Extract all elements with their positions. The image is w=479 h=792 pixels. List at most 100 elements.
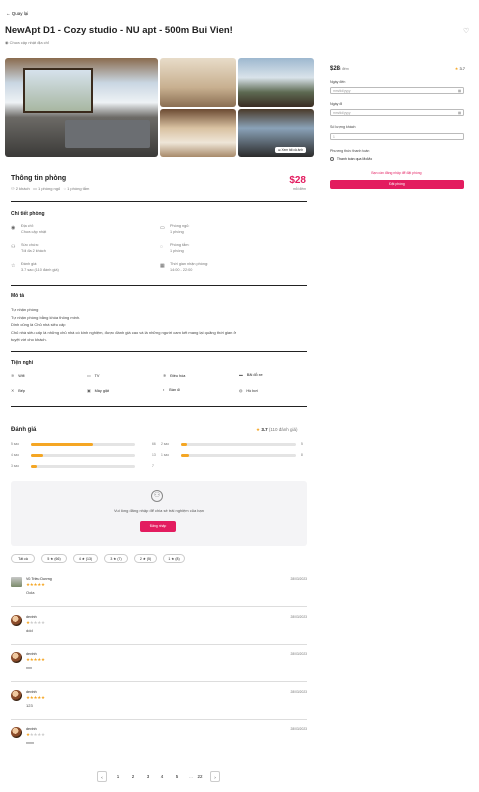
distribution-label: 5 sao [11,442,20,446]
room-price-unit: mỗi đêm [292,187,306,191]
back-link[interactable]: ← Quay lại [6,11,28,16]
review-stars: ★★★★★ [26,695,45,701]
photo-2[interactable] [160,58,236,107]
avatar [11,727,22,738]
distribution-bar [31,465,135,468]
star-empty-icon: ★ [40,619,45,625]
review-filter-chip[interactable]: 3 ★ (7) [104,554,128,563]
distribution-bar-fill [31,465,38,468]
detail-label: Địa chỉ: [21,224,34,228]
detail-value: 3.7 sao (110 đánh giá) [21,268,59,272]
tv-icon: ▭ [87,374,91,378]
review-item: Vũ Triều Dương 28/03/2023 ★★★★★ Oola [11,576,307,606]
bed-icon: ▭ [160,225,165,231]
amenity-item: ≋ Wifi [11,374,25,378]
main-photo[interactable] [5,58,158,157]
show-all-photos-button[interactable]: ⊞ Xem tất cả ảnh [274,147,306,153]
details-heading: Chi tiết phòng [11,211,45,217]
guests-label: Số lượng khách [330,125,356,129]
grid-icon: ⊞ [277,148,281,152]
review-filter-chip[interactable]: 5 ★ (66) [41,554,67,563]
review-text: xxxx [26,740,34,745]
booking-price: $28/ đêm [330,66,349,72]
window-frame [23,68,93,113]
star-filled-icon: ★ [40,694,45,700]
review-text: Oola [26,590,35,595]
review-stars: ★★★★★ [26,582,45,588]
review-stars: ★★★★★ [26,620,45,626]
review-date: 28/03/2023 [290,689,307,694]
review-filter-chip[interactable]: Tất cả [11,554,35,563]
room-info-heading: Thông tin phòng [11,175,67,182]
amenity-item: ▬ Bãi đỗ xe [239,373,263,377]
divider [11,681,307,682]
reviewer-name: devinh [26,614,37,619]
calendar-icon: ▦ [457,89,461,94]
review-filter-chip[interactable]: 2 ★ (5) [134,554,157,563]
avatar [11,689,22,701]
page-title: NewApt D1 - Cozy studio - NU apt - 500m … [5,25,233,36]
distribution-bar [181,454,296,457]
pagination-next[interactable]: › [210,771,220,782]
divider [11,718,307,720]
distribution-count: 5 [301,442,303,446]
distribution-bar-fill [181,443,187,446]
kitchen-icon: ✕ [11,389,15,393]
guests-input[interactable]: 1 [330,133,464,140]
pagination-page[interactable]: 5 [172,771,182,782]
reviewer-name: devinh [26,727,37,731]
pagination-page[interactable]: 3 [143,771,153,782]
distribution-count: 8 [301,453,303,457]
book-button[interactable]: Đặt phòng [330,180,464,189]
checkin-label: Ngày đến [330,80,346,84]
checkin-input[interactable]: mm/dd/yyyy ▦ [330,87,464,94]
pagination-page[interactable]: 2 [128,771,138,782]
review-login-prompt: Vui lòng đăng nhập để chia sẻ trải nghiệ… [114,508,204,513]
avatar [11,614,22,626]
review-item: devinh 28/03/2023 ★★★★★ xxx [11,651,307,681]
review-filter-chip[interactable]: 1 ★ (8) [163,554,185,563]
distribution-label: 3 sao [11,464,20,468]
guests-icon: ⚇ [11,186,15,191]
distribution-label: 2 sao [161,442,170,446]
detail-value: Chưa cập nhật [21,230,47,234]
booking-card: $28/ đêm ★ 3.7 Ngày đến mm/dd/yyyy ▦ Ngà… [326,58,467,206]
distribution-bar [31,443,135,446]
review-stars: ★★★★★ [26,657,45,663]
checkout-input[interactable]: mm/dd/yyyy ▦ [330,109,464,116]
pagination-page[interactable]: 1 [113,771,123,782]
review-item: devinh 28/03/2023 ★★★★★ 123 [11,689,307,719]
calendar-icon: ▦ [160,263,165,269]
review-date: 28/03/2023 [290,727,307,731]
review-date: 28/03/2023 [290,652,307,656]
favorite-heart-icon[interactable]: ♡ [463,27,469,35]
car-icon: ▬ [239,373,243,377]
photo-3[interactable] [238,58,314,107]
pagination-page[interactable]: 4 [157,771,167,782]
guests-icon: ⚇ [11,244,16,250]
booking-rating: ★ 3.7 [454,66,465,71]
star-icon: ★ [454,66,459,71]
distribution-label: 4 sao [11,453,20,457]
bath-icon: ◌ [63,186,66,191]
payment-label: Phương thức thanh toán [330,149,370,153]
photo-5[interactable]: ⊞ Xem tất cả ảnh [238,109,314,157]
pagination-page[interactable]: 22 [195,771,205,782]
radio-button[interactable] [330,157,334,162]
calendar-icon: ▦ [457,111,461,116]
review-filter-chip[interactable]: 4 ★ (13) [73,554,98,563]
review-item: devinh 28/03/2023 ★★★★★ xxxx [11,726,307,756]
reviews-average: ★ 3.7 (110 đánh giá) [256,427,298,432]
pagination-prev[interactable]: ‹ [97,771,107,782]
arrow-left-icon: ← [6,11,11,16]
amenity-item: ❄ Điều hòa [163,374,186,378]
amenity-item: ✕ Bếp [11,389,25,393]
review-login-button[interactable]: Đăng nhập [140,521,176,532]
review-text: ddd [26,627,33,633]
photo-4[interactable] [160,109,236,157]
distribution-bar-fill [181,454,190,457]
divider [11,643,307,645]
pool-icon: ◍ [239,389,243,393]
payment-momo-option[interactable]: Thanh toán qua MoMo [330,157,372,162]
bed-icon: ▭ [33,186,37,191]
